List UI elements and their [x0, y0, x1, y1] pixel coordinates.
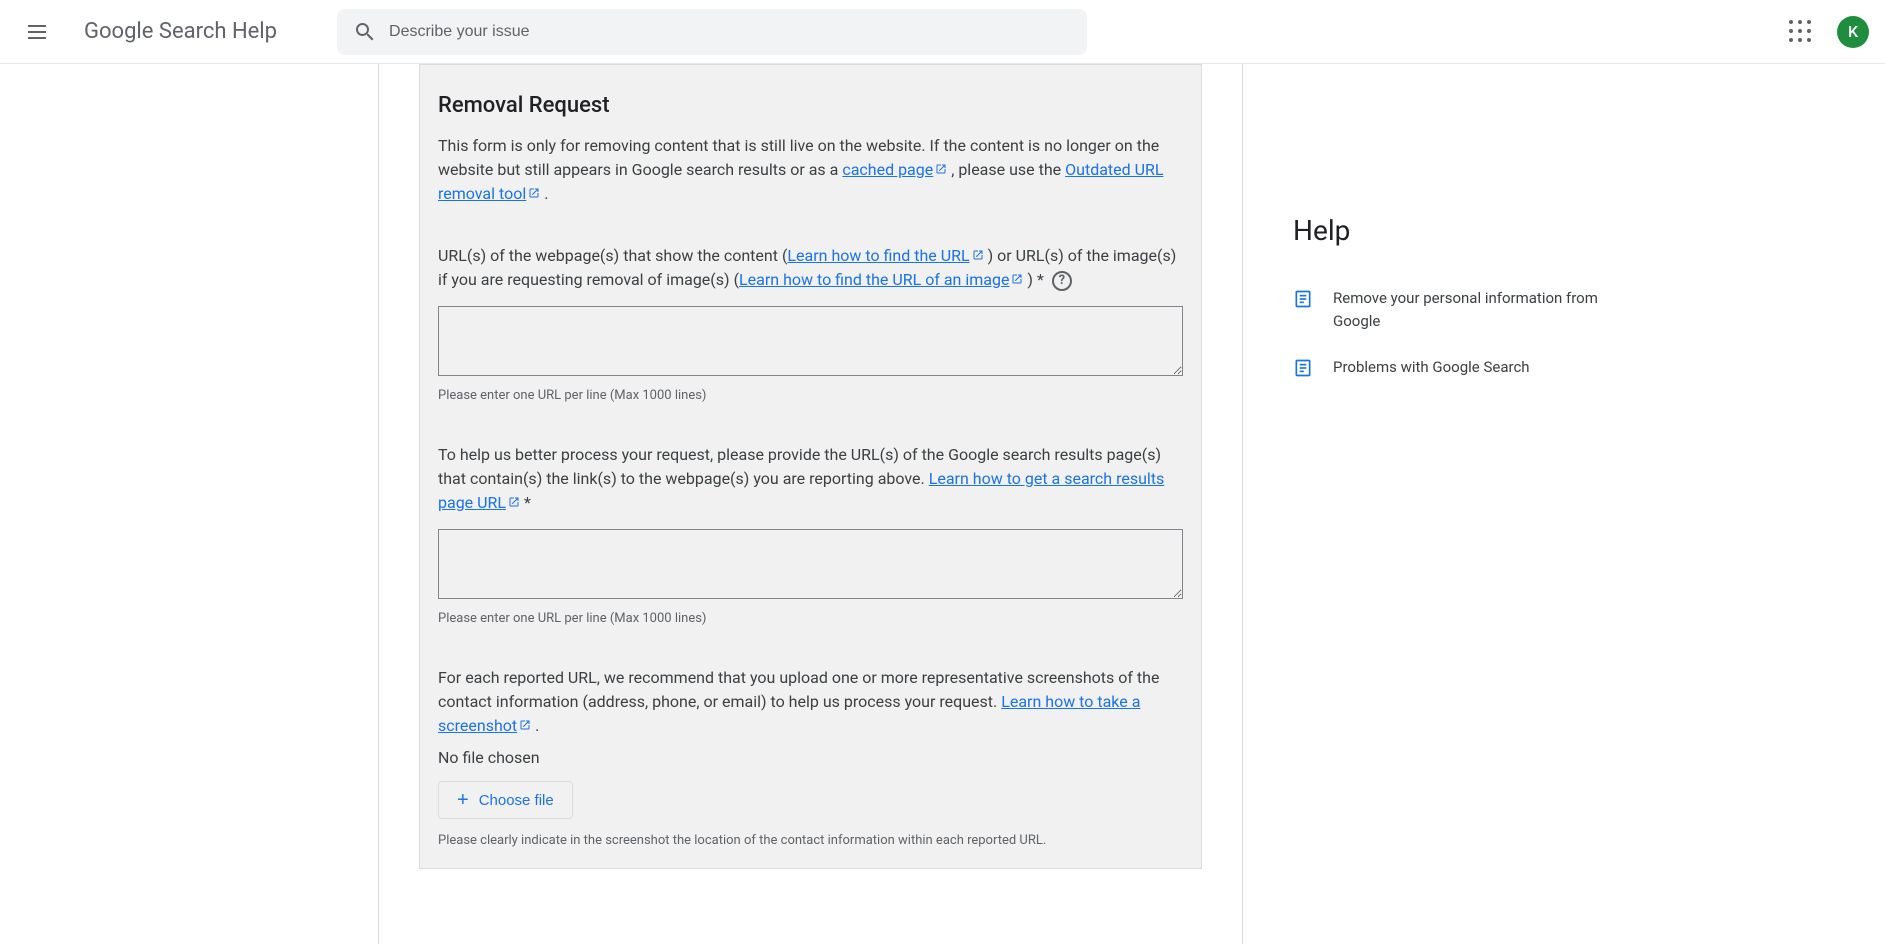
avatar[interactable]: K [1837, 16, 1869, 48]
form-intro: This form is only for removing content t… [438, 134, 1183, 206]
choose-file-button[interactable]: + Choose file [438, 781, 573, 819]
help-sidebar: Help Remove your personal information fr… [1243, 64, 1633, 944]
article-icon [1293, 358, 1313, 378]
plus-icon: + [457, 790, 469, 810]
field1-pre: URL(s) of the webpage(s) that show the c… [438, 246, 787, 265]
cached-page-link[interactable]: cached page [842, 160, 947, 179]
main-layout: Removal Request This form is only for re… [0, 64, 1885, 944]
search-urls-hint: Please enter one URL per line (Max 1000 … [438, 611, 1183, 626]
help-icon[interactable]: ? [1052, 271, 1072, 291]
urls-field-label: URL(s) of the webpage(s) that show the c… [438, 244, 1183, 292]
external-link-icon [508, 496, 520, 508]
external-link-icon [972, 249, 984, 261]
external-link-icon [1011, 273, 1023, 285]
find-image-url-link[interactable]: Learn how to find the URL of an image [739, 270, 1023, 289]
header-right: K [1781, 12, 1869, 52]
no-file-text: No file chosen [438, 748, 1183, 767]
external-link-icon [935, 163, 947, 175]
search-container [337, 9, 1087, 55]
intro-text-2: , please use the [947, 160, 1065, 179]
page-title: Google Search Help [84, 19, 277, 44]
field2-post: * [520, 493, 531, 512]
choose-file-label: Choose file [479, 792, 554, 809]
upload-note: Please clearly indicate in the screensho… [438, 833, 1183, 848]
sidebar-item-label: Remove your personal information from Go… [1333, 287, 1603, 332]
apps-icon[interactable] [1781, 12, 1821, 52]
screenshot-field-label: For each reported URL, we recommend that… [438, 666, 1183, 738]
form-card: Removal Request This form is only for re… [419, 64, 1202, 869]
menu-icon[interactable] [16, 8, 64, 56]
external-link-icon [528, 187, 540, 199]
search-icon [353, 20, 377, 44]
sidebar-item-problems[interactable]: Problems with Google Search [1293, 344, 1603, 391]
sidebar-item-remove-info[interactable]: Remove your personal information from Go… [1293, 275, 1603, 344]
field3-post: . [531, 716, 539, 735]
urls-hint: Please enter one URL per line (Max 1000 … [438, 388, 1183, 403]
intro-text-3: . [540, 184, 548, 203]
search-urls-field-label: To help us better process your request, … [438, 443, 1183, 515]
content-wrapper: Removal Request This form is only for re… [378, 64, 1243, 944]
header: Google Search Help K [0, 0, 1885, 64]
sidebar-title: Help [1293, 214, 1603, 247]
field1-post: ) * [1023, 270, 1043, 289]
form-title: Removal Request [438, 93, 1183, 118]
find-url-link[interactable]: Learn how to find the URL [787, 246, 983, 265]
search-urls-textarea[interactable] [438, 529, 1183, 599]
sidebar-item-label: Problems with Google Search [1333, 356, 1530, 379]
article-icon [1293, 289, 1313, 309]
search-input[interactable] [389, 23, 1071, 41]
external-link-icon [519, 719, 531, 731]
urls-textarea[interactable] [438, 306, 1183, 376]
